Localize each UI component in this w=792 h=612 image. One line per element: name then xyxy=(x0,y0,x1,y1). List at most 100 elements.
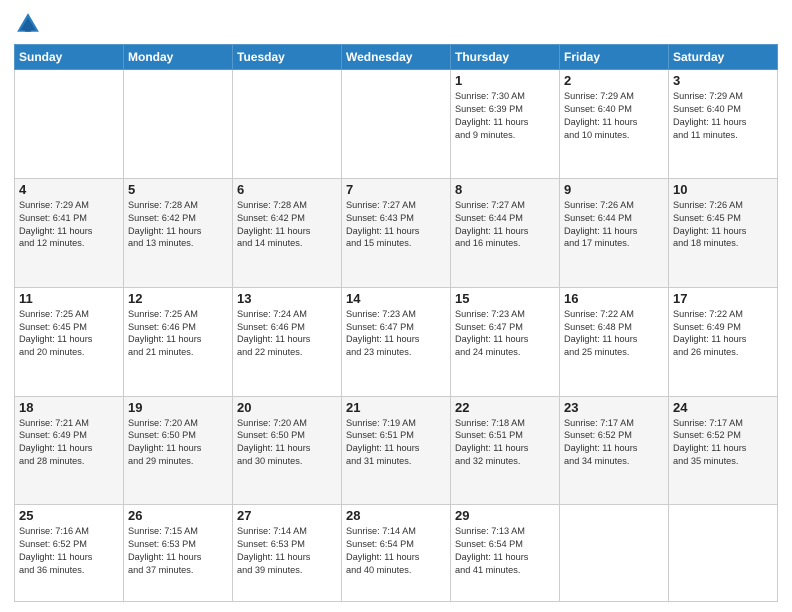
day-info: Sunrise: 7:17 AM Sunset: 6:52 PM Dayligh… xyxy=(673,417,773,469)
day-number: 9 xyxy=(564,182,664,197)
day-info: Sunrise: 7:24 AM Sunset: 6:46 PM Dayligh… xyxy=(237,308,337,360)
day-number: 24 xyxy=(673,400,773,415)
calendar-cell xyxy=(560,505,669,602)
day-info: Sunrise: 7:21 AM Sunset: 6:49 PM Dayligh… xyxy=(19,417,119,469)
calendar-cell: 13 Sunrise: 7:24 AM Sunset: 6:46 PM Dayli… xyxy=(233,287,342,396)
day-info: Sunrise: 7:30 AM Sunset: 6:39 PM Dayligh… xyxy=(455,90,555,142)
day-number: 6 xyxy=(237,182,337,197)
calendar-cell: 12 Sunrise: 7:25 AM Sunset: 6:46 PM Dayli… xyxy=(124,287,233,396)
calendar-cell: 4 Sunrise: 7:29 AM Sunset: 6:41 PM Daylig… xyxy=(15,178,124,287)
day-number: 19 xyxy=(128,400,228,415)
header-thursday: Thursday xyxy=(451,45,560,70)
day-info: Sunrise: 7:22 AM Sunset: 6:48 PM Dayligh… xyxy=(564,308,664,360)
day-number: 21 xyxy=(346,400,446,415)
calendar-cell: 22 Sunrise: 7:18 AM Sunset: 6:51 PM Dayli… xyxy=(451,396,560,505)
calendar-cell: 11 Sunrise: 7:25 AM Sunset: 6:45 PM Dayli… xyxy=(15,287,124,396)
day-number: 12 xyxy=(128,291,228,306)
day-number: 10 xyxy=(673,182,773,197)
day-info: Sunrise: 7:25 AM Sunset: 6:46 PM Dayligh… xyxy=(128,308,228,360)
calendar-cell: 25 Sunrise: 7:16 AM Sunset: 6:52 PM Dayli… xyxy=(15,505,124,602)
calendar-cell: 8 Sunrise: 7:27 AM Sunset: 6:44 PM Daylig… xyxy=(451,178,560,287)
day-number: 29 xyxy=(455,508,555,523)
calendar-cell: 1 Sunrise: 7:30 AM Sunset: 6:39 PM Daylig… xyxy=(451,70,560,179)
calendar-page: Sunday Monday Tuesday Wednesday Thursday… xyxy=(0,0,792,612)
calendar-cell: 7Sunrise: 7:27 AM Sunset: 6:43 PM Daylig… xyxy=(342,178,451,287)
calendar-cell: 26Sunrise: 7:15 AM Sunset: 6:53 PM Dayli… xyxy=(124,505,233,602)
calendar-cell: 17 Sunrise: 7:22 AM Sunset: 6:49 PM Dayli… xyxy=(669,287,778,396)
day-info: Sunrise: 7:19 AM Sunset: 6:51 PM Dayligh… xyxy=(346,417,446,469)
day-info: Sunrise: 7:14 AM Sunset: 6:53 PM Dayligh… xyxy=(237,525,337,577)
day-info: Sunrise: 7:25 AM Sunset: 6:45 PM Dayligh… xyxy=(19,308,119,360)
day-info: Sunrise: 7:27 AM Sunset: 6:44 PM Dayligh… xyxy=(455,199,555,251)
day-info: Sunrise: 7:23 AM Sunset: 6:47 PM Dayligh… xyxy=(455,308,555,360)
calendar-table: Sunday Monday Tuesday Wednesday Thursday… xyxy=(14,44,778,602)
day-info: Sunrise: 7:22 AM Sunset: 6:49 PM Dayligh… xyxy=(673,308,773,360)
calendar-cell: 9 Sunrise: 7:26 AM Sunset: 6:44 PM Daylig… xyxy=(560,178,669,287)
header-sunday: Sunday xyxy=(15,45,124,70)
calendar-cell: 14Sunrise: 7:23 AM Sunset: 6:47 PM Dayli… xyxy=(342,287,451,396)
day-number: 15 xyxy=(455,291,555,306)
day-number: 27 xyxy=(237,508,337,523)
calendar-cell: 28 Sunrise: 7:14 AM Sunset: 6:54 PM Dayli… xyxy=(342,505,451,602)
calendar-cell: 29 Sunrise: 7:13 AM Sunset: 6:54 PM Dayli… xyxy=(451,505,560,602)
calendar-cell: 27 Sunrise: 7:14 AM Sunset: 6:53 PM Dayli… xyxy=(233,505,342,602)
day-info: Sunrise: 7:23 AM Sunset: 6:47 PM Dayligh… xyxy=(346,308,446,360)
calendar-cell: 6 Sunrise: 7:28 AM Sunset: 6:42 PM Daylig… xyxy=(233,178,342,287)
day-number: 2 xyxy=(564,73,664,88)
calendar-week-row: 18 Sunrise: 7:21 AM Sunset: 6:49 PM Dayli… xyxy=(15,396,778,505)
calendar-cell xyxy=(669,505,778,602)
calendar-cell: 10 Sunrise: 7:26 AM Sunset: 6:45 PM Dayli… xyxy=(669,178,778,287)
calendar-cell: 19 Sunrise: 7:20 AM Sunset: 6:50 PM Dayli… xyxy=(124,396,233,505)
day-number: 23 xyxy=(564,400,664,415)
day-info: Sunrise: 7:16 AM Sunset: 6:52 PM Dayligh… xyxy=(19,525,119,577)
day-number: 8 xyxy=(455,182,555,197)
day-number: 17 xyxy=(673,291,773,306)
day-info: Sunrise: 7:29 AM Sunset: 6:41 PM Dayligh… xyxy=(19,199,119,251)
calendar-cell: 21 Sunrise: 7:19 AM Sunset: 6:51 PM Dayli… xyxy=(342,396,451,505)
day-info: Sunrise: 7:18 AM Sunset: 6:51 PM Dayligh… xyxy=(455,417,555,469)
header-monday: Monday xyxy=(124,45,233,70)
day-info: Sunrise: 7:29 AM Sunset: 6:40 PM Dayligh… xyxy=(673,90,773,142)
calendar-cell: 23 Sunrise: 7:17 AM Sunset: 6:52 PM Dayli… xyxy=(560,396,669,505)
day-number: 22 xyxy=(455,400,555,415)
day-number: 16 xyxy=(564,291,664,306)
day-info: Sunrise: 7:20 AM Sunset: 6:50 PM Dayligh… xyxy=(128,417,228,469)
calendar-cell xyxy=(233,70,342,179)
day-info: Sunrise: 7:29 AM Sunset: 6:40 PM Dayligh… xyxy=(564,90,664,142)
day-number: 25 xyxy=(19,508,119,523)
calendar-cell: 5 Sunrise: 7:28 AM Sunset: 6:42 PM Daylig… xyxy=(124,178,233,287)
header-saturday: Saturday xyxy=(669,45,778,70)
calendar-week-row: 4 Sunrise: 7:29 AM Sunset: 6:41 PM Daylig… xyxy=(15,178,778,287)
day-number: 7 xyxy=(346,182,446,197)
day-info: Sunrise: 7:15 AM Sunset: 6:53 PM Dayligh… xyxy=(128,525,228,577)
day-number: 20 xyxy=(237,400,337,415)
calendar-cell: 24 Sunrise: 7:17 AM Sunset: 6:52 PM Dayli… xyxy=(669,396,778,505)
day-info: Sunrise: 7:28 AM Sunset: 6:42 PM Dayligh… xyxy=(237,199,337,251)
calendar-week-row: 1 Sunrise: 7:30 AM Sunset: 6:39 PM Daylig… xyxy=(15,70,778,179)
calendar-week-row: 25 Sunrise: 7:16 AM Sunset: 6:52 PM Dayli… xyxy=(15,505,778,602)
day-info: Sunrise: 7:14 AM Sunset: 6:54 PM Dayligh… xyxy=(346,525,446,577)
calendar-cell xyxy=(124,70,233,179)
day-info: Sunrise: 7:26 AM Sunset: 6:44 PM Dayligh… xyxy=(564,199,664,251)
calendar-cell: 15 Sunrise: 7:23 AM Sunset: 6:47 PM Dayli… xyxy=(451,287,560,396)
calendar-cell: 2 Sunrise: 7:29 AM Sunset: 6:40 PM Daylig… xyxy=(560,70,669,179)
calendar-week-row: 11 Sunrise: 7:25 AM Sunset: 6:45 PM Dayli… xyxy=(15,287,778,396)
page-header xyxy=(14,10,778,38)
header-friday: Friday xyxy=(560,45,669,70)
day-number: 11 xyxy=(19,291,119,306)
day-number: 28 xyxy=(346,508,446,523)
day-number: 5 xyxy=(128,182,228,197)
day-info: Sunrise: 7:26 AM Sunset: 6:45 PM Dayligh… xyxy=(673,199,773,251)
calendar-cell xyxy=(15,70,124,179)
day-number: 13 xyxy=(237,291,337,306)
day-info: Sunrise: 7:13 AM Sunset: 6:54 PM Dayligh… xyxy=(455,525,555,577)
day-info: Sunrise: 7:28 AM Sunset: 6:42 PM Dayligh… xyxy=(128,199,228,251)
day-info: Sunrise: 7:17 AM Sunset: 6:52 PM Dayligh… xyxy=(564,417,664,469)
logo xyxy=(14,10,46,38)
calendar-cell: 20Sunrise: 7:20 AM Sunset: 6:50 PM Dayli… xyxy=(233,396,342,505)
day-number: 1 xyxy=(455,73,555,88)
day-number: 4 xyxy=(19,182,119,197)
calendar-cell: 3Sunrise: 7:29 AM Sunset: 6:40 PM Daylig… xyxy=(669,70,778,179)
day-number: 18 xyxy=(19,400,119,415)
header-wednesday: Wednesday xyxy=(342,45,451,70)
